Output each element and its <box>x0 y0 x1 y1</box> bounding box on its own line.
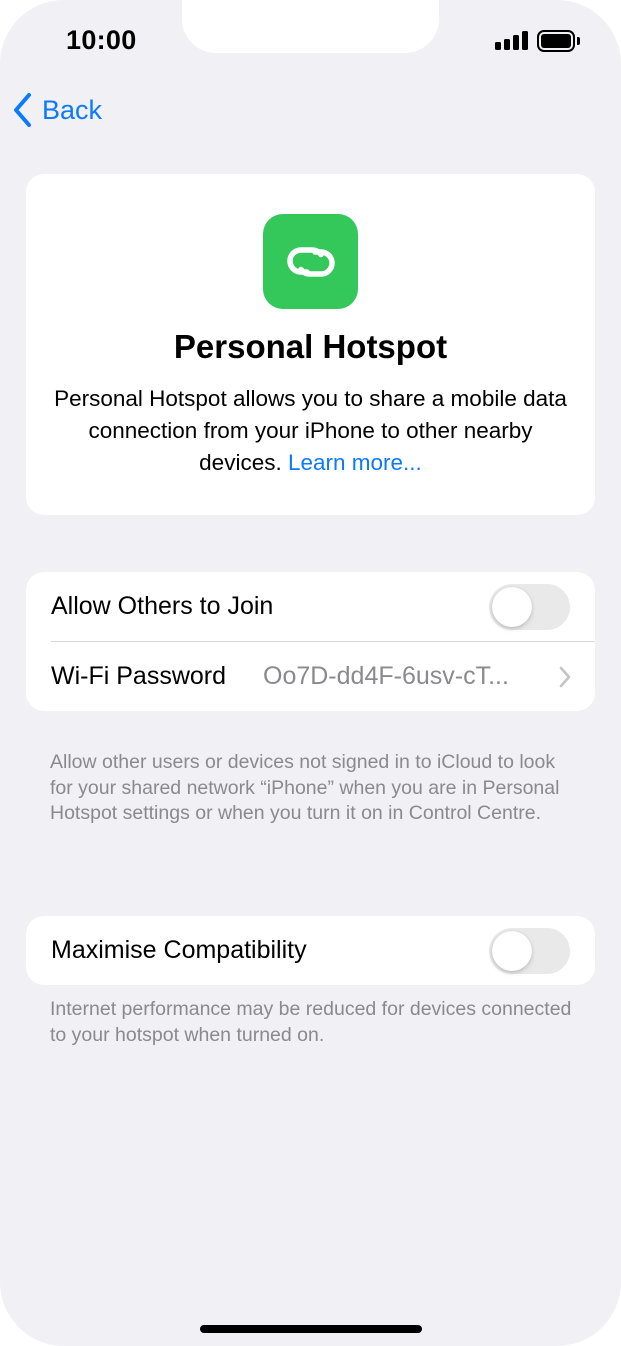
wifi-password-value: Oo7D-dd4F-6usv-cT... <box>263 662 509 690</box>
chevron-left-icon <box>14 93 31 127</box>
hotspot-settings-group: Allow Others to Join Wi-Fi Password Oo7D… <box>26 572 595 711</box>
battery-icon <box>537 30 575 52</box>
battery-cap <box>577 37 580 45</box>
maximise-compatibility-toggle[interactable] <box>489 928 570 974</box>
allow-others-label: Allow Others to Join <box>51 592 274 620</box>
page-title: Personal Hotspot <box>173 328 448 365</box>
cellular-signal-icon <box>495 31 528 50</box>
maximise-compatibility-footnote: Internet performance may be reduced for … <box>50 998 572 1046</box>
back-button[interactable]: Back <box>12 92 102 128</box>
wifi-password-row[interactable]: Wi-Fi Password Oo7D-dd4F-6usv-cT... <box>26 642 595 711</box>
maximise-compatibility-row: Maximise Compatibility <box>26 916 595 985</box>
hotspot-info-card: Personal Hotspot Personal Hotspot allows… <box>26 174 595 515</box>
hotspot-description: Personal Hotspot allows you to share a m… <box>50 383 571 479</box>
device-notch <box>182 0 439 53</box>
chevron-right-icon <box>559 666 571 688</box>
home-indicator[interactable] <box>200 1325 422 1333</box>
toggle-knob <box>492 587 532 627</box>
maximise-compatibility-label: Maximise Compatibility <box>51 936 307 964</box>
personal-hotspot-link-icon <box>263 214 358 309</box>
learn-more-link[interactable]: Learn more... <box>288 450 422 475</box>
allow-others-row: Allow Others to Join <box>26 572 595 641</box>
allow-others-footnote: Allow other users or devices not signed … <box>50 751 560 824</box>
compatibility-settings-group: Maximise Compatibility <box>26 916 595 985</box>
status-time: 10:00 <box>66 25 137 55</box>
back-label: Back <box>42 94 103 125</box>
wifi-password-label: Wi-Fi Password <box>51 662 227 690</box>
toggle-knob <box>492 931 532 971</box>
allow-others-toggle[interactable] <box>489 584 570 630</box>
phone-screen: 10:00 Back Personal Hotspot Personal Hot… <box>0 0 621 1346</box>
